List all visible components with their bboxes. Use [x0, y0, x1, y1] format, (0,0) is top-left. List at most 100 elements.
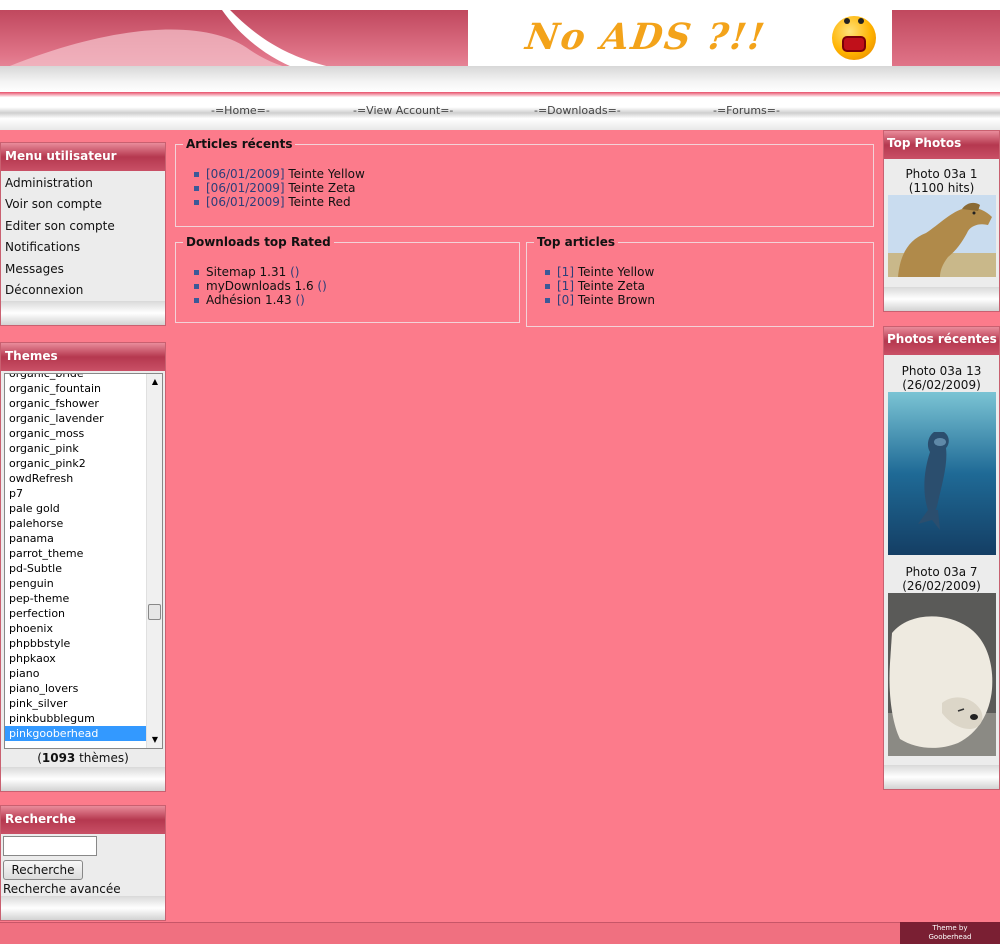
article-date-link[interactable]: [06/01/2009]: [206, 167, 285, 181]
theme-count-number: 1093: [41, 751, 76, 765]
theme-option[interactable]: pd-Subtle: [5, 561, 147, 576]
theme-option[interactable]: organic_pink2: [5, 456, 147, 471]
article-title-link[interactable]: Teinte Yellow: [288, 167, 364, 181]
theme-option[interactable]: organic_bride: [5, 374, 147, 381]
downloads-top-rated-title: Downloads top Rated: [183, 235, 334, 249]
theme-option[interactable]: phpbbstyle: [5, 636, 147, 651]
credit-line: Theme by: [932, 924, 968, 932]
theme-option[interactable]: perfection: [5, 606, 147, 621]
page-footer: [0, 922, 1000, 944]
theme-option[interactable]: pink_silver: [5, 696, 147, 711]
main-nav: -=Home=- -=View Account=- -=Downloads=- …: [0, 92, 1000, 130]
download-rating: (): [317, 279, 327, 293]
theme-option[interactable]: phoenix: [5, 621, 147, 636]
menu-item-view-account[interactable]: Voir son compte: [1, 194, 165, 215]
top-articles-list: [1] Teinte Yellow [1] Teinte Zeta [0] Te…: [537, 265, 863, 307]
dolphin-image: [887, 392, 996, 555]
theme-option[interactable]: panama: [5, 531, 147, 546]
theme-option[interactable]: pep-theme: [5, 591, 147, 606]
nav-forums[interactable]: -=Forums=-: [713, 104, 780, 117]
list-item: Adhésion 1.43 (): [194, 293, 509, 307]
theme-option[interactable]: organic_pink: [5, 441, 147, 456]
article-title-link[interactable]: Teinte Red: [288, 195, 350, 209]
article-count: [1]: [557, 265, 574, 279]
scroll-thumb[interactable]: [148, 604, 161, 620]
theme-option[interactable]: pinkgooberhead: [5, 726, 147, 741]
article-count: [1]: [557, 279, 574, 293]
theme-option[interactable]: palehorse: [5, 516, 147, 531]
user-menu-title: Menu utilisateur: [1, 143, 165, 171]
nav-downloads[interactable]: -=Downloads=-: [534, 104, 621, 117]
nav-home[interactable]: -=Home=-: [211, 104, 270, 117]
menu-item-notifications[interactable]: Notifications: [1, 237, 165, 258]
theme-option[interactable]: piano_lovers: [5, 681, 147, 696]
theme-options: organic_bride organic_fountain organic_fsh…: [5, 374, 147, 741]
scroll-down-icon[interactable]: ▼: [147, 732, 162, 748]
scroll-up-icon[interactable]: ▲: [147, 374, 162, 390]
theme-option[interactable]: organic_lavender: [5, 411, 147, 426]
screaming-smiley-icon: [832, 16, 876, 60]
list-item: [06/01/2009] Teinte Red: [194, 195, 863, 209]
list-item: [1] Teinte Zeta: [545, 279, 863, 293]
theme-option[interactable]: organic_fshower: [5, 396, 147, 411]
download-rating: (): [295, 293, 305, 307]
list-item: [0] Teinte Brown: [545, 293, 863, 307]
menu-item-messages[interactable]: Messages: [1, 259, 165, 280]
article-date-link[interactable]: [06/01/2009]: [206, 195, 285, 209]
article-title-link[interactable]: Teinte Zeta: [288, 181, 355, 195]
theme-option[interactable]: owdRefresh: [5, 471, 147, 486]
block-footer: [884, 765, 999, 789]
recent-articles-title: Articles récents: [183, 137, 296, 151]
top-articles-title: Top articles: [534, 235, 618, 249]
theme-option[interactable]: parrot_theme: [5, 546, 147, 561]
polar-bear-photo[interactable]: [884, 593, 999, 756]
block-footer: [884, 287, 999, 311]
theme-select-list[interactable]: organic_bride organic_fountain organic_fsh…: [4, 373, 163, 749]
menu-item-administration[interactable]: Administration: [1, 173, 165, 194]
theme-option[interactable]: organic_moss: [5, 426, 147, 441]
theme-credit[interactable]: Theme by Gooberhead: [900, 922, 1000, 944]
download-rating: (): [290, 265, 300, 279]
article-title-link[interactable]: Teinte Zeta: [578, 279, 645, 293]
header-right-bar: [892, 10, 1000, 66]
download-link[interactable]: Sitemap 1.31: [206, 265, 286, 279]
polar-bear-image: [887, 593, 996, 756]
theme-option[interactable]: pale gold: [5, 501, 147, 516]
download-link[interactable]: myDownloads 1.6: [206, 279, 314, 293]
article-date-link[interactable]: [06/01/2009]: [206, 181, 285, 195]
recent-articles-box: Articles récents [06/01/2009] Teinte Yel…: [175, 137, 874, 227]
download-link[interactable]: Adhésion 1.43: [206, 293, 292, 307]
ad-banner[interactable]: No ADS ?!!: [468, 10, 892, 66]
theme-option[interactable]: phpkaox: [5, 651, 147, 666]
photo-caption: Photo 03a 1 (1100 hits): [905, 167, 978, 195]
dolphin-photo[interactable]: [884, 392, 999, 555]
search-input[interactable]: [3, 836, 97, 856]
recent-articles-list: [06/01/2009] Teinte Yellow [06/01/2009] …: [186, 167, 863, 209]
theme-count: (1093 thèmes): [37, 751, 129, 765]
top-photos-block: Top Photos Photo 03a 1 (1100 hits): [883, 130, 1000, 312]
advanced-search-link[interactable]: Recherche avancée: [3, 882, 165, 896]
nav-view-account[interactable]: -=View Account=-: [353, 104, 453, 117]
downloads-top-rated-box: Downloads top Rated Sitemap 1.31 () myDo…: [175, 235, 520, 323]
search-button[interactable]: Recherche: [3, 860, 83, 880]
article-title-link[interactable]: Teinte Brown: [578, 293, 655, 307]
ad-banner-text: No ADS ?!!: [523, 16, 769, 58]
list-item: [1] Teinte Yellow: [545, 265, 863, 279]
menu-item-edit-account[interactable]: Editer son compte: [1, 216, 165, 237]
camel-photo[interactable]: [884, 195, 999, 277]
theme-option[interactable]: p7: [5, 486, 147, 501]
themes-block: Themes organic_bride organic_fountain orga…: [0, 342, 166, 792]
theme-list-scrollbar[interactable]: ▲ ▼: [146, 374, 162, 748]
menu-item-logout[interactable]: Déconnexion: [1, 280, 165, 301]
block-footer: [1, 301, 165, 326]
theme-option[interactable]: penguin: [5, 576, 147, 591]
theme-option[interactable]: pinkbubblegum: [5, 711, 147, 726]
theme-option[interactable]: piano: [5, 666, 147, 681]
search-block: Recherche Recherche Recherche avancée: [0, 805, 166, 921]
list-item: myDownloads 1.6 (): [194, 279, 509, 293]
theme-option[interactable]: organic_fountain: [5, 381, 147, 396]
block-footer: [1, 767, 165, 791]
camel-image: [887, 195, 996, 277]
article-title-link[interactable]: Teinte Yellow: [578, 265, 654, 279]
photo-caption: Photo 03a 7 (26/02/2009): [902, 565, 981, 593]
